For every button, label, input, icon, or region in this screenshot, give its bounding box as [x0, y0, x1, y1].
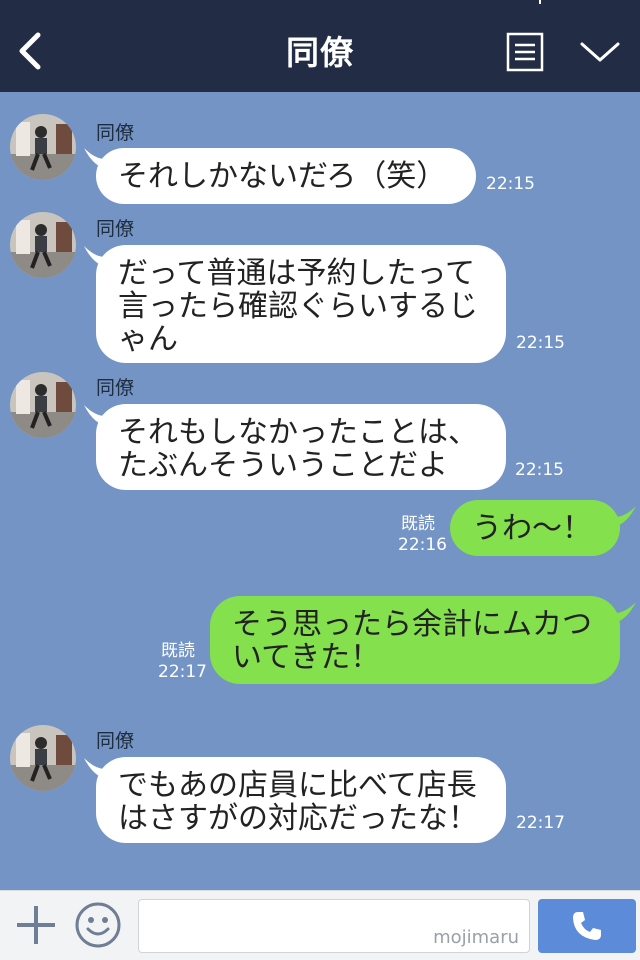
avatar[interactable] [10, 114, 76, 180]
profile-photo-icon [10, 372, 76, 438]
message-bubble[interactable]: でもあの店員に比べて店長 はさすがの対応だったな！ [96, 757, 506, 843]
message-text-line: だって普通は予約したって [118, 256, 475, 291]
call-button[interactable] [538, 899, 636, 953]
message-bubble[interactable]: それもしなかったことは、 たぶんそういうことだよ [96, 404, 506, 490]
sender-name: 同僚 [96, 730, 135, 752]
plus-icon[interactable] [14, 903, 58, 947]
chevron-down-icon[interactable] [578, 36, 622, 66]
avatar[interactable] [10, 212, 76, 278]
message-text: それしかないだろ（笑） [118, 159, 447, 194]
profile-photo-icon [10, 725, 76, 791]
message-time: 22:16 [398, 535, 447, 555]
message-time: 22:17 [158, 662, 207, 682]
message-text-line: いてきた！ [232, 640, 381, 675]
message-text-line: でもあの店員に比べて店長 [118, 768, 477, 803]
bubble-tail [610, 506, 636, 528]
chat-title: 同僚 [286, 33, 354, 72]
message-time: 22:15 [515, 460, 564, 480]
bubble-tail [610, 602, 636, 624]
avatar[interactable] [10, 725, 76, 791]
message-text-line: 言ったら確認ぐらいするじ [118, 289, 478, 324]
message-time: 22:17 [516, 813, 565, 833]
profile-photo-icon [10, 212, 76, 278]
message-bubble[interactable]: それしかないだろ（笑） [96, 148, 476, 204]
message-text-line: たぶんそういうことだよ [118, 448, 448, 483]
avatar[interactable] [10, 372, 76, 438]
list-icon[interactable] [506, 32, 544, 72]
message-text-line: はさすがの対応だったな！ [118, 801, 478, 836]
input-bar: mojimaru [0, 890, 640, 960]
sender-name: 同僚 [96, 377, 135, 399]
message-text-line: それもしなかったことは、 [118, 415, 478, 450]
chat-header: 同僚 [0, 0, 640, 92]
message-time: 22:15 [486, 174, 535, 194]
message-text-line: そう思ったら余計にムカつ [232, 607, 592, 642]
phone-icon [573, 912, 601, 940]
sender-name: 同僚 [96, 218, 135, 240]
sender-name: 同僚 [96, 122, 135, 144]
read-receipt: 既読 [401, 514, 435, 534]
read-receipt: 既読 [161, 641, 195, 661]
message-bubble[interactable]: うわ〜！ [450, 500, 620, 556]
message-input[interactable]: mojimaru [138, 899, 530, 953]
message-bubble[interactable]: そう思ったら余計にムカつ いてきた！ [210, 596, 620, 684]
status-bar-fragment [539, 0, 541, 4]
message-text: うわ〜！ [472, 511, 592, 546]
message-time: 22:15 [516, 333, 565, 353]
profile-photo-icon [10, 114, 76, 180]
message-text-line: ゃん [118, 322, 178, 357]
message-list[interactable]: 同僚 それしかないだろ（笑） 22:15 同僚 だって普通は予約したって 言った… [0, 92, 640, 890]
watermark: mojimaru [433, 927, 519, 948]
smile-icon[interactable] [74, 901, 122, 949]
message-bubble[interactable]: だって普通は予約したって 言ったら確認ぐらいするじ ゃん [96, 245, 506, 363]
